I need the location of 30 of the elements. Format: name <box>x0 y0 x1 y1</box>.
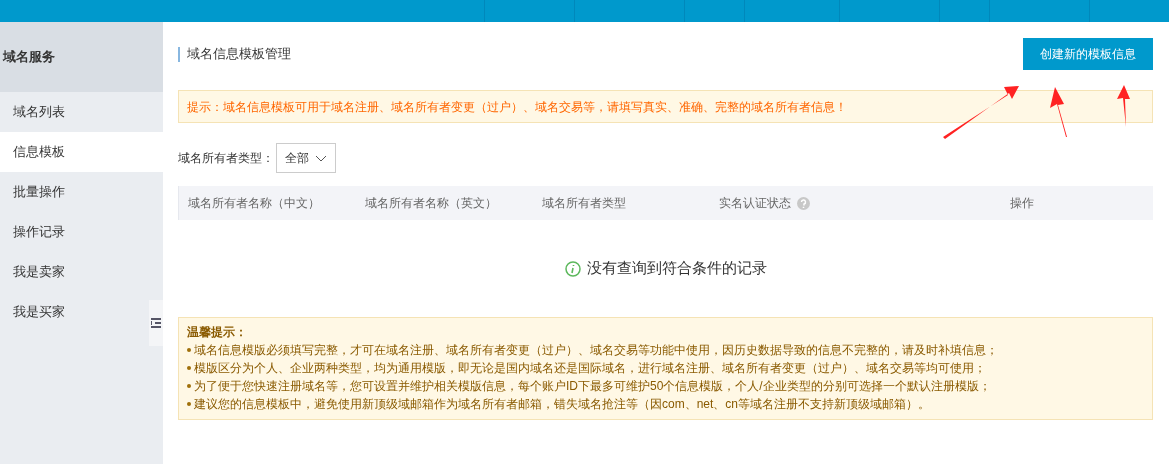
sidebar-item[interactable]: 域名列表 <box>0 92 163 132</box>
page-title: 域名信息模板管理 <box>187 45 291 64</box>
tip-text: 模版区分为个人、企业两种类型，均为通用模版，即无论是国内域名还是国际域名，进行域名注册、域名所有者变更（过户）、域名交易等均可使用； <box>194 360 986 377</box>
column-header: 域名所有者类型 <box>542 195 626 212</box>
bullet-icon <box>187 384 191 388</box>
menu-icon <box>151 318 161 328</box>
tip-text: 为了便于您快速注册域名等，您可设置并维护相关模版信息，每个账户ID下最多可维护50个信息模版，个人/企业类型的分别可选择一个默认注册模版； <box>194 378 991 395</box>
bullet-icon <box>187 366 191 370</box>
collapse-handle[interactable] <box>149 300 163 346</box>
info-icon <box>564 260 581 277</box>
empty-message: 没有查询到符合条件的记录 <box>586 258 767 279</box>
column-header: 域名所有者名称（英文） <box>365 195 497 212</box>
column-header: 实名认证状态 <box>719 195 791 212</box>
column-header: 域名所有者名称（中文） <box>188 195 320 212</box>
sidebar-item[interactable]: 批量操作 <box>0 172 163 212</box>
sidebar-title: 域名服务 <box>3 48 55 67</box>
filter-label: 域名所有者类型： <box>178 150 274 167</box>
chevron-down-icon <box>315 154 327 162</box>
sidebar-item[interactable]: 我是卖家 <box>0 252 163 292</box>
bullet-icon <box>187 402 191 406</box>
tip-text: 建议您的信息模板中，避免使用新顶级域邮箱作为域名所有者邮箱，错失域名抢注等（因com、net、cn等域名注册不支持新顶级域邮箱）。 <box>194 396 931 413</box>
help-icon <box>797 196 810 210</box>
column-header: 操作 <box>1010 195 1034 212</box>
sidebar-item[interactable]: 信息模板 <box>0 132 163 172</box>
bullet-icon <box>187 348 191 352</box>
tip-text: 域名信息模版必须填写完整，才可在域名注册、域名所有者变更（过户）、域名交易等功能中使用，因历史数据导致的信息不完整的，请及时补填信息； <box>194 342 998 359</box>
notice-text: 提示：域名信息模板可用于域名注册、域名所有者变更（过户）、域名交易等，请填写真实、准确、完整的域名所有者信息！ <box>187 98 847 116</box>
owner-type-select[interactable]: 全部 <box>276 143 336 173</box>
tips-title: 温馨提示： <box>187 324 248 341</box>
sidebar-item[interactable]: 操作记录 <box>0 212 163 252</box>
